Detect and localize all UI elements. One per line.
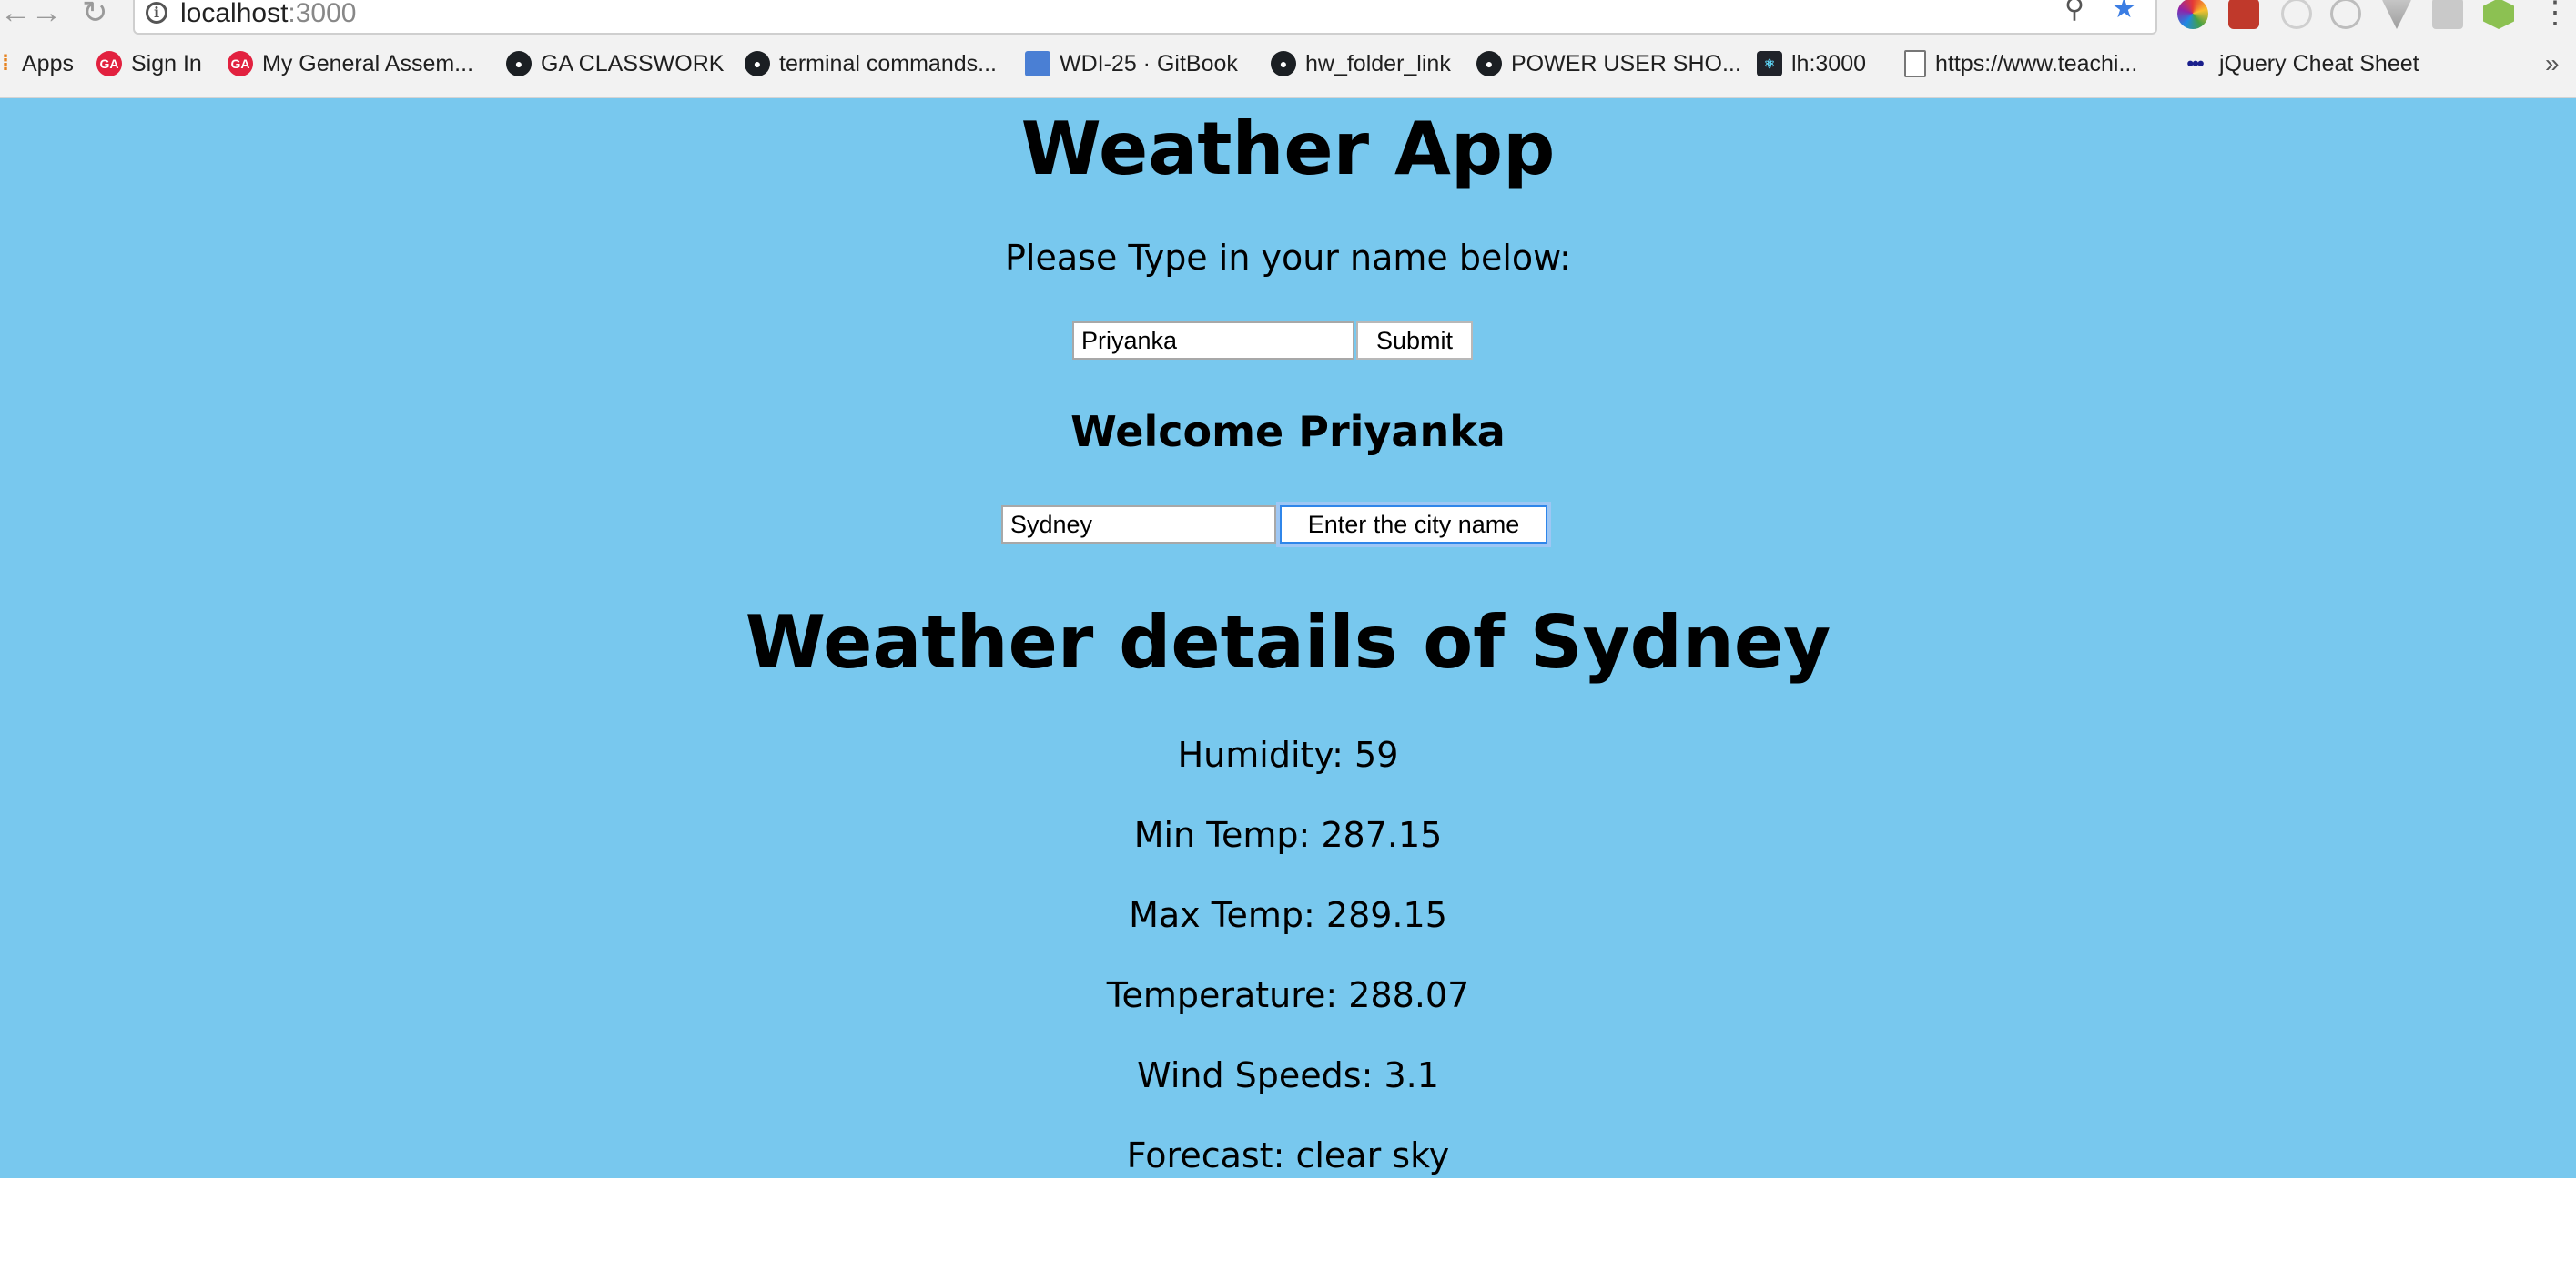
bookmark-label: POWER USER SHO...: [1511, 50, 1741, 76]
bookmarks-bar: ⁞ Apps GA Sign In GA My General Assem...…: [0, 46, 2576, 82]
bookmark-star-icon[interactable]: ★: [2112, 0, 2136, 25]
r-extension-icon[interactable]: [2432, 0, 2463, 29]
bookmark-terminal-commands[interactable]: ● terminal commands...: [745, 46, 997, 82]
bookmark-my-general-assembly[interactable]: GA My General Assem...: [228, 46, 473, 82]
app-title: Weather App: [1020, 107, 1556, 191]
vue-devtools-icon[interactable]: [2381, 0, 2412, 29]
ga-icon: GA: [228, 51, 253, 76]
apps-grid-icon: ⁞: [2, 51, 9, 76]
bookmark-label: terminal commands...: [779, 50, 997, 76]
forecast-value: Forecast: clear sky: [1126, 1135, 1450, 1175]
bookmark-sign-in[interactable]: GA Sign In: [96, 46, 202, 82]
wind-speed-value: Wind Speeds: 3.1: [1137, 1055, 1439, 1095]
url-port: :3000: [288, 0, 357, 28]
browser-menu-icon[interactable]: ⋮: [2540, 0, 2571, 29]
bookmark-ga-classwork[interactable]: ● GA CLASSWORK: [506, 46, 724, 82]
bookmark-label: Sign In: [131, 50, 202, 76]
url-text[interactable]: localhost:3000: [180, 0, 356, 29]
city-form: Sydney Enter the city name: [1001, 504, 1547, 544]
code-extension-icon[interactable]: [2330, 0, 2361, 29]
github-icon: ●: [1476, 51, 1502, 76]
bookmark-hw-folder-link[interactable]: ● hw_folder_link: [1271, 46, 1451, 82]
city-input[interactable]: Sydney: [1001, 505, 1276, 544]
bookmark-label: lh:3000: [1791, 50, 1867, 76]
bookmark-label: jQuery Cheat Sheet: [2219, 50, 2419, 76]
forward-arrow-icon[interactable]: →: [31, 0, 62, 31]
dots-icon: •••: [2186, 52, 2204, 75]
bookmark-label: https://www.teachi...: [1935, 50, 2138, 76]
red-extension-icon[interactable]: [2228, 0, 2259, 29]
weather-app-page: Weather App Please Type in your name bel…: [0, 98, 2576, 1178]
enter-city-button[interactable]: Enter the city name: [1280, 505, 1547, 544]
bookmarks-overflow-icon[interactable]: »: [2545, 46, 2560, 82]
weather-details-title: Weather details of Sydney: [745, 600, 1831, 685]
react-icon: ⚛: [1757, 51, 1782, 76]
name-input[interactable]: Priyanka: [1072, 321, 1354, 360]
bookmark-wdi-gitbook[interactable]: WDI-25 · GitBook: [1025, 46, 1238, 82]
submit-button[interactable]: Submit: [1356, 321, 1473, 360]
bookmark-label: GA CLASSWORK: [541, 50, 725, 76]
color-wheel-extension-icon[interactable]: [2177, 0, 2208, 29]
welcome-message: Welcome Priyanka: [1070, 407, 1506, 456]
browser-chrome: ← → ↻ i localhost:3000 ⚲ ★ ⋮ ⁞ Apps GA S…: [0, 0, 2576, 98]
target-extension-icon[interactable]: [2281, 0, 2312, 29]
github-icon: ●: [745, 51, 770, 76]
browser-toolbar: ← → ↻ i localhost:3000 ⚲ ★ ⋮: [0, 0, 2576, 36]
back-arrow-icon[interactable]: ←: [0, 0, 31, 31]
bookmark-label: Apps: [22, 50, 74, 76]
bookmark-teachable[interactable]: https://www.teachi...: [1904, 46, 2137, 82]
zoom-icon[interactable]: ⚲: [2064, 0, 2084, 25]
bookmark-label: WDI-25 · GitBook: [1060, 50, 1238, 76]
bookmark-lh3000[interactable]: ⚛ lh:3000: [1757, 46, 1866, 82]
bookmark-label: hw_folder_link: [1305, 50, 1451, 76]
humidity-value: Humidity: 59: [1177, 735, 1399, 775]
max-temp-value: Max Temp: 289.15: [1129, 895, 1447, 935]
address-bar[interactable]: i localhost:3000 ⚲ ★: [133, 0, 2157, 35]
name-prompt: Please Type in your name below:: [1005, 238, 1571, 278]
temperature-value: Temperature: 288.07: [1106, 975, 1470, 1015]
gitbook-icon: [1025, 51, 1050, 76]
github-icon: ●: [506, 51, 532, 76]
ga-icon: GA: [96, 51, 122, 76]
bookmark-power-user[interactable]: ● POWER USER SHO...: [1476, 46, 1741, 82]
reload-icon[interactable]: ↻: [82, 0, 108, 31]
document-icon: [1904, 50, 1926, 77]
bookmark-label: My General Assem...: [262, 50, 474, 76]
min-temp-value: Min Temp: 287.15: [1133, 815, 1443, 855]
bookmark-apps[interactable]: ⁞ Apps: [0, 46, 74, 82]
github-icon: ●: [1271, 51, 1296, 76]
bookmark-jquery-cheat-sheet[interactable]: ••• jQuery Cheat Sheet: [2179, 46, 2419, 82]
info-icon[interactable]: i: [146, 2, 167, 24]
name-form: Priyanka Submit: [1072, 321, 1473, 361]
url-host: localhost: [180, 0, 289, 28]
node-extension-icon[interactable]: [2483, 0, 2514, 29]
